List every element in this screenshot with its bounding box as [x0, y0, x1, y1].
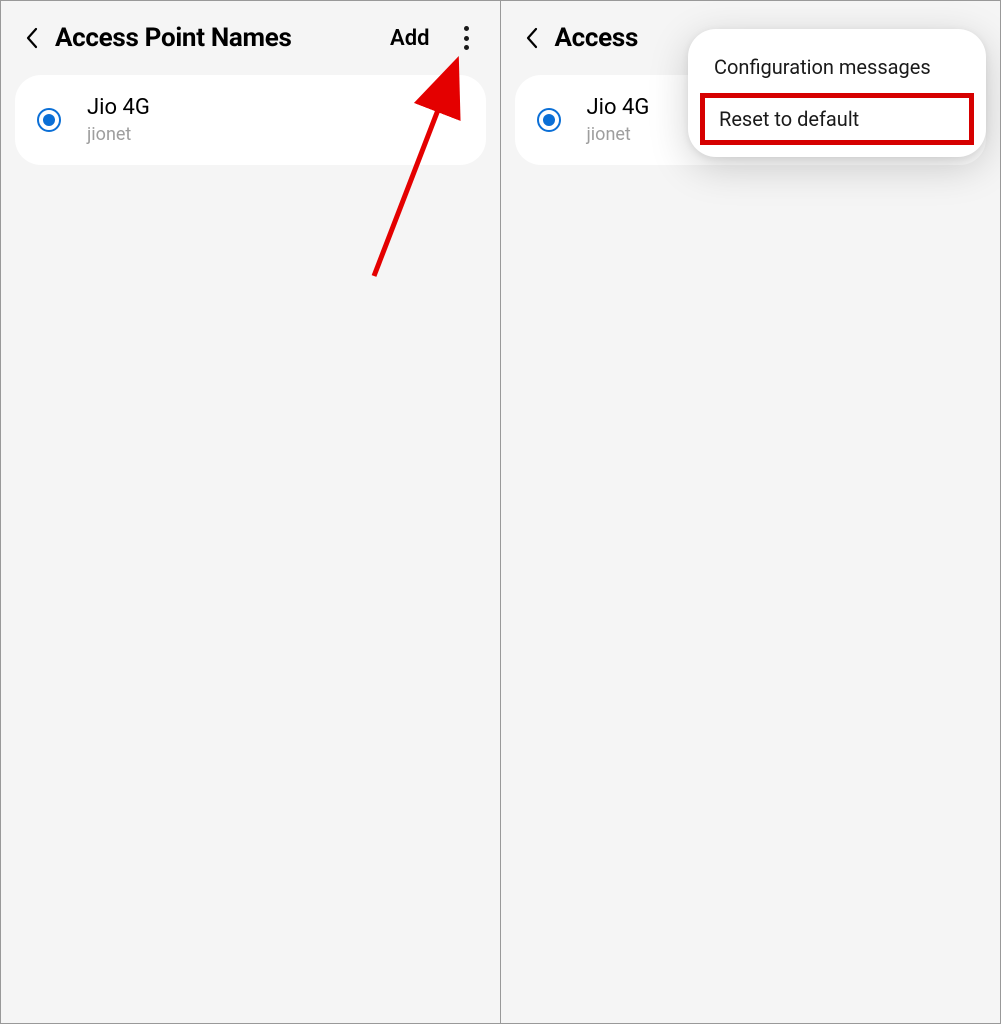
menu-item-reset-to-default[interactable]: Reset to default	[700, 93, 974, 145]
apn-text-block: Jio 4G jionet	[87, 95, 150, 145]
back-button[interactable]	[519, 25, 545, 51]
more-options-button[interactable]	[454, 25, 480, 51]
radio-selected-icon[interactable]	[37, 108, 61, 132]
apn-name: Jio 4G	[87, 95, 150, 120]
apn-item[interactable]: Jio 4G jionet	[15, 75, 486, 165]
back-button[interactable]	[19, 25, 45, 51]
chevron-left-icon	[525, 27, 539, 49]
vertical-dots-icon	[464, 26, 469, 50]
apn-name: Jio 4G	[587, 95, 650, 120]
add-button[interactable]: Add	[390, 26, 429, 51]
radio-selected-icon[interactable]	[537, 108, 561, 132]
header: Access Point Names Add	[1, 1, 500, 75]
chevron-left-icon	[25, 27, 39, 49]
apn-subtitle: jionet	[87, 124, 150, 145]
apn-text-block: Jio 4G jionet	[587, 95, 650, 145]
page-title: Access Point Names	[55, 23, 380, 53]
menu-item-configuration-messages[interactable]: Configuration messages	[688, 41, 986, 93]
apn-subtitle: jionet	[587, 124, 650, 145]
overflow-menu: Configuration messages Reset to default	[688, 29, 986, 157]
right-pane: Access Jio 4G jionet Configuration messa…	[501, 1, 1001, 1023]
left-pane: Access Point Names Add Jio 4G jionet	[1, 1, 501, 1023]
